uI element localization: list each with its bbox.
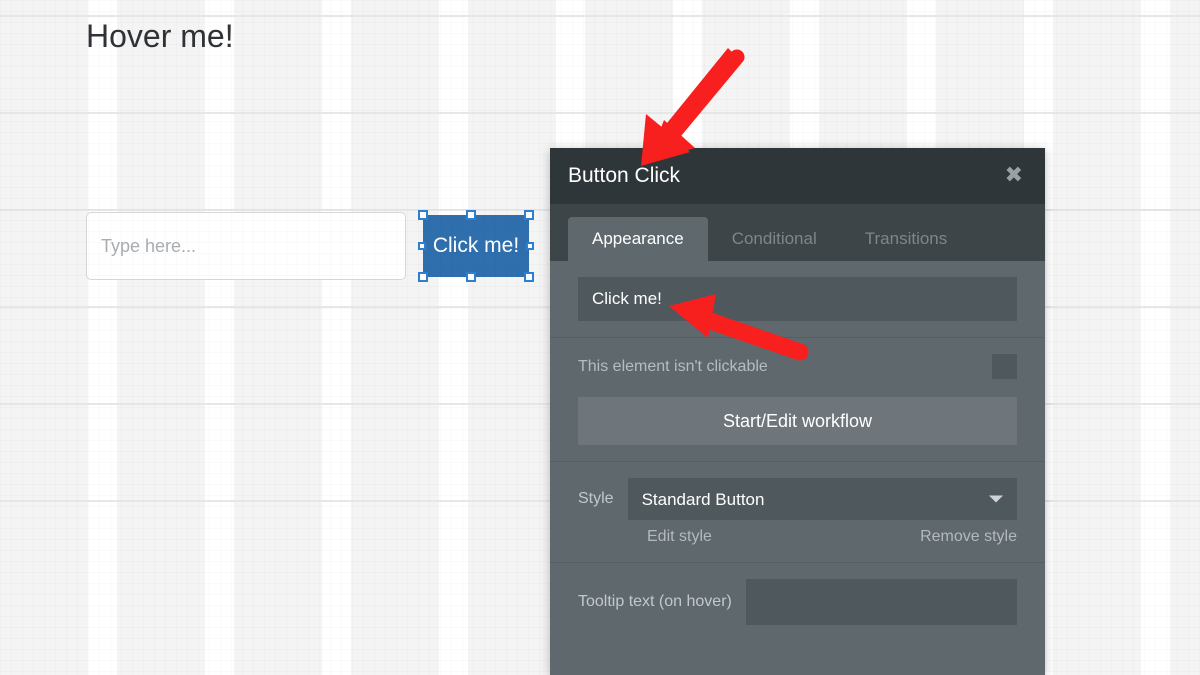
selected-element-wrapper[interactable]: Click me!	[418, 210, 534, 282]
panel-tabs: Appearance Conditional Transitions	[550, 204, 1045, 261]
resize-handle-n[interactable]	[466, 210, 476, 220]
text-input[interactable]	[86, 212, 406, 280]
panel-header: Button Click ✖	[550, 148, 1045, 204]
property-editor-panel: Button Click ✖ Appearance Conditional Tr…	[550, 148, 1045, 675]
edit-style-link[interactable]: Edit style	[647, 528, 712, 546]
tooltip-label: Tooltip text (on hover)	[578, 593, 732, 610]
clickable-section: This element isn't clickable Start/Edit …	[550, 338, 1045, 462]
button-label-input[interactable]	[578, 277, 1017, 321]
style-label: Style	[578, 490, 614, 507]
not-clickable-checkbox[interactable]	[992, 354, 1017, 379]
resize-handle-w[interactable]	[418, 242, 426, 250]
resize-handle-e[interactable]	[526, 242, 534, 250]
click-me-button[interactable]: Click me!	[423, 215, 529, 277]
label-section	[550, 261, 1045, 338]
tooltip-row: Tooltip text (on hover)	[578, 579, 1017, 625]
clickable-row: This element isn't clickable	[578, 354, 1017, 379]
resize-handle-ne[interactable]	[524, 210, 534, 220]
style-links: Edit style Remove style	[647, 528, 1017, 546]
not-clickable-label: This element isn't clickable	[578, 357, 768, 375]
style-section: Style Standard Button Edit style Remove …	[550, 462, 1045, 563]
resize-handle-sw[interactable]	[418, 272, 428, 282]
remove-style-link[interactable]: Remove style	[920, 528, 1017, 546]
tooltip-text-input[interactable]	[745, 579, 1017, 625]
start-edit-workflow-button[interactable]: Start/Edit workflow	[578, 397, 1017, 445]
style-row: Style Standard Button	[578, 478, 1017, 520]
page-title: Hover me!	[86, 18, 234, 54]
resize-handle-se[interactable]	[524, 272, 534, 282]
style-select[interactable]: Standard Button	[627, 478, 1017, 520]
app-root: Hover me! Click me! Button Click ✖ Appea…	[0, 0, 1200, 675]
resize-handle-nw[interactable]	[418, 210, 428, 220]
resize-handle-s[interactable]	[466, 272, 476, 282]
style-select-wrapper[interactable]: Standard Button	[627, 478, 1017, 520]
panel-title: Button Click	[568, 164, 681, 187]
close-icon[interactable]: ✖	[1001, 163, 1027, 189]
tab-transitions[interactable]: Transitions	[841, 217, 972, 261]
tab-appearance[interactable]: Appearance	[568, 217, 708, 261]
tab-conditional[interactable]: Conditional	[708, 217, 841, 261]
tooltip-section: Tooltip text (on hover)	[550, 563, 1045, 641]
